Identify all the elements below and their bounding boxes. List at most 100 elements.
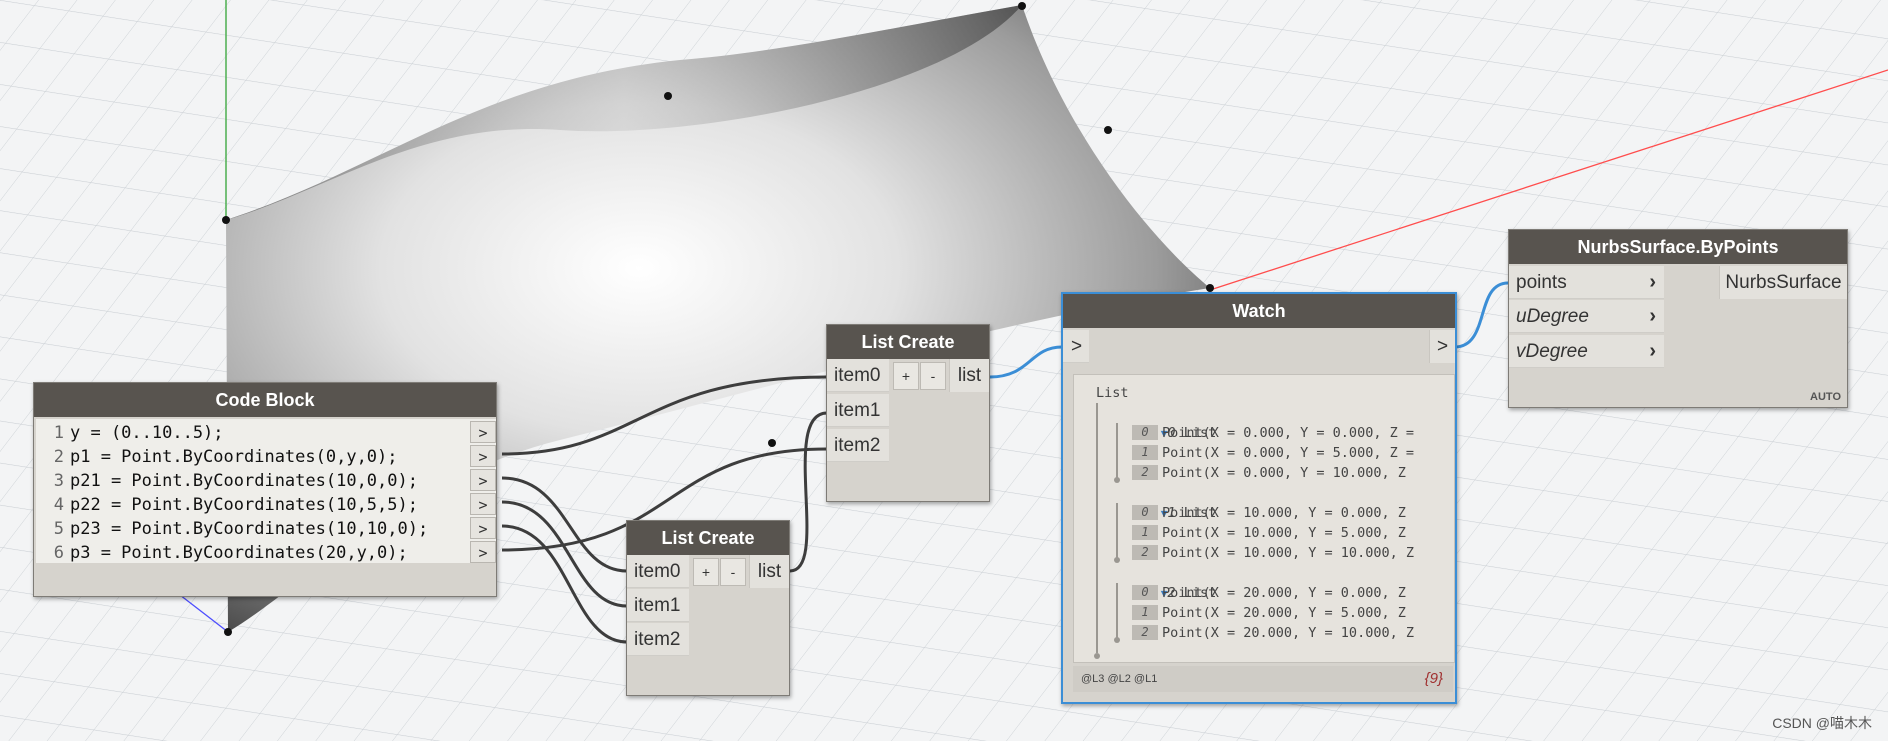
code-line: 4 p22 = Point.ByCoordinates(10,5,5); > xyxy=(36,493,496,517)
chevron-right-icon: › xyxy=(1649,305,1656,327)
watch-output-port[interactable]: > xyxy=(1429,330,1455,363)
add-input-button[interactable]: + xyxy=(893,362,919,390)
input-port-item0[interactable]: item0 xyxy=(627,555,689,588)
item-index: 1 xyxy=(1132,445,1158,460)
tree-group-header[interactable]: ▼1 List xyxy=(1112,483,1216,521)
item-index: 2 xyxy=(1132,545,1158,560)
code-text[interactable]: p22 = Point.ByCoordinates(10,5,5); xyxy=(70,493,418,517)
lacing-badge[interactable]: AUTO xyxy=(1810,391,1841,403)
tree-end-dot xyxy=(1114,637,1120,643)
control-point xyxy=(1104,126,1112,134)
output-port[interactable]: > xyxy=(470,493,496,515)
chevron-right-icon: › xyxy=(1649,340,1656,362)
watch-node[interactable]: Watch > > List ▼0 List 0 Point(X = 0.000,… xyxy=(1061,292,1457,704)
control-point xyxy=(1018,2,1026,10)
item-index: 0 xyxy=(1132,585,1158,600)
item-value: Point(X = 0.000, Y = 5.000, Z = xyxy=(1162,445,1414,461)
item-value: Point(X = 20.000, Y = 10.000, Z xyxy=(1162,625,1414,641)
item-index: 0 xyxy=(1132,505,1158,520)
tree-item: 2 Point(X = 0.000, Y = 10.000, Z xyxy=(1132,463,1406,483)
tree-group-header[interactable]: ▼0 List xyxy=(1112,403,1216,441)
item-index: 0 xyxy=(1132,425,1158,440)
tree-item: 0 Point(X = 20.000, Y = 0.000, Z xyxy=(1132,583,1406,603)
input-port-item0[interactable]: item0 xyxy=(827,359,889,392)
code-text[interactable]: p23 = Point.ByCoordinates(10,10,0); xyxy=(70,517,428,541)
input-port-udegree[interactable]: uDegree › xyxy=(1509,300,1664,333)
nurbs-surface-node[interactable]: NurbsSurface.ByPoints points › uDegree ›… xyxy=(1508,229,1848,408)
input-port-item2[interactable]: item2 xyxy=(827,429,889,462)
code-line: 1 y = (0..10..5); > xyxy=(36,421,496,445)
remove-input-button[interactable]: - xyxy=(920,362,946,390)
watch-tree[interactable]: List ▼0 List 0 Point(X = 0.000, Y = 0.000… xyxy=(1073,374,1455,663)
control-point xyxy=(768,439,776,447)
input-port-points[interactable]: points › xyxy=(1509,266,1664,299)
line-number: 6 xyxy=(53,543,64,563)
output-port[interactable]: > xyxy=(470,421,496,443)
tree-group-header[interactable]: ▼2 List xyxy=(1112,563,1216,601)
output-port[interactable]: > xyxy=(470,517,496,539)
code-text[interactable]: p21 = Point.ByCoordinates(10,0,0); xyxy=(70,469,418,493)
item-value: Point(X = 0.000, Y = 0.000, Z = xyxy=(1162,425,1414,441)
list-levels: @L3 @L2 @L1 xyxy=(1081,673,1158,685)
tree-guide xyxy=(1096,403,1098,653)
port-label: uDegree xyxy=(1516,306,1589,327)
code-text[interactable]: p3 = Point.ByCoordinates(20,y,0); xyxy=(70,541,408,565)
watermark-credit: CSDN @喵木木 xyxy=(1772,715,1872,731)
line-number: 3 xyxy=(53,471,64,491)
node-title: Watch xyxy=(1063,294,1455,328)
tree-end-dot xyxy=(1094,653,1100,659)
add-input-button[interactable]: + xyxy=(693,558,719,586)
item-index: 1 xyxy=(1132,525,1158,540)
input-port-vdegree[interactable]: vDegree › xyxy=(1509,335,1664,368)
tree-item: 0 Point(X = 10.000, Y = 0.000, Z xyxy=(1132,503,1406,523)
control-point xyxy=(224,628,232,636)
output-port[interactable]: > xyxy=(470,469,496,491)
output-port-nurbssurface[interactable]: NurbsSurface xyxy=(1719,266,1847,299)
control-point xyxy=(222,216,230,224)
line-number: 5 xyxy=(53,519,64,539)
tree-guide xyxy=(1116,583,1118,639)
node-title: List Create xyxy=(627,521,789,555)
node-title: List Create xyxy=(827,325,989,359)
tree-root-label: List xyxy=(1096,385,1129,401)
item-value: Point(X = 10.000, Y = 0.000, Z xyxy=(1162,505,1406,521)
port-label: points xyxy=(1516,272,1567,293)
item-value: Point(X = 10.000, Y = 5.000, Z xyxy=(1162,525,1406,541)
tree-item: 2 Point(X = 10.000, Y = 10.000, Z xyxy=(1132,543,1414,563)
output-port[interactable]: > xyxy=(470,541,496,563)
code-line: 2 p1 = Point.ByCoordinates(0,y,0); > xyxy=(36,445,496,469)
output-port[interactable]: > xyxy=(470,445,496,467)
code-line: 3 p21 = Point.ByCoordinates(10,0,0); > xyxy=(36,469,496,493)
code-text[interactable]: y = (0..10..5); xyxy=(70,421,224,445)
watch-input-port[interactable]: > xyxy=(1063,330,1089,363)
item-value: Point(X = 20.000, Y = 5.000, Z xyxy=(1162,605,1406,621)
code-line: 5 p23 = Point.ByCoordinates(10,10,0); > xyxy=(36,517,496,541)
item-index: 2 xyxy=(1132,625,1158,640)
item-value: Point(X = 10.000, Y = 10.000, Z xyxy=(1162,545,1414,561)
line-number: 4 xyxy=(53,495,64,515)
tree-item: 1 Point(X = 0.000, Y = 5.000, Z = xyxy=(1132,443,1414,463)
input-port-item1[interactable]: item1 xyxy=(827,394,889,427)
input-port-item2[interactable]: item2 xyxy=(627,623,689,656)
code-text[interactable]: p1 = Point.ByCoordinates(0,y,0); xyxy=(70,445,398,469)
tree-item: 0 Point(X = 0.000, Y = 0.000, Z = xyxy=(1132,423,1414,443)
line-number: 1 xyxy=(53,423,64,443)
item-index: 1 xyxy=(1132,605,1158,620)
code-editor[interactable]: 1 y = (0..10..5); > 2 p1 = Point.ByCoord… xyxy=(36,419,496,563)
port-label: vDegree xyxy=(1516,341,1588,362)
item-value: Point(X = 0.000, Y = 10.000, Z xyxy=(1162,465,1406,481)
item-value: Point(X = 20.000, Y = 0.000, Z xyxy=(1162,585,1406,601)
code-block-node[interactable]: Code Block 1 y = (0..10..5); > 2 p1 = Po… xyxy=(33,382,497,597)
list-create-node-upper[interactable]: List Create item0 item1 item2 + - list xyxy=(826,324,990,502)
output-port-list[interactable]: list xyxy=(949,359,989,392)
remove-input-button[interactable]: - xyxy=(720,558,746,586)
output-port-list[interactable]: list xyxy=(749,555,789,588)
control-point xyxy=(1206,284,1214,292)
node-title: Code Block xyxy=(34,383,496,417)
tree-item: 1 Point(X = 20.000, Y = 5.000, Z xyxy=(1132,603,1406,623)
input-port-item1[interactable]: item1 xyxy=(627,589,689,622)
item-count: {9} xyxy=(1424,670,1443,687)
list-create-node-lower[interactable]: List Create item0 item1 item2 + - list xyxy=(626,520,790,696)
tree-item: 1 Point(X = 10.000, Y = 5.000, Z xyxy=(1132,523,1406,543)
line-number: 2 xyxy=(53,447,64,467)
